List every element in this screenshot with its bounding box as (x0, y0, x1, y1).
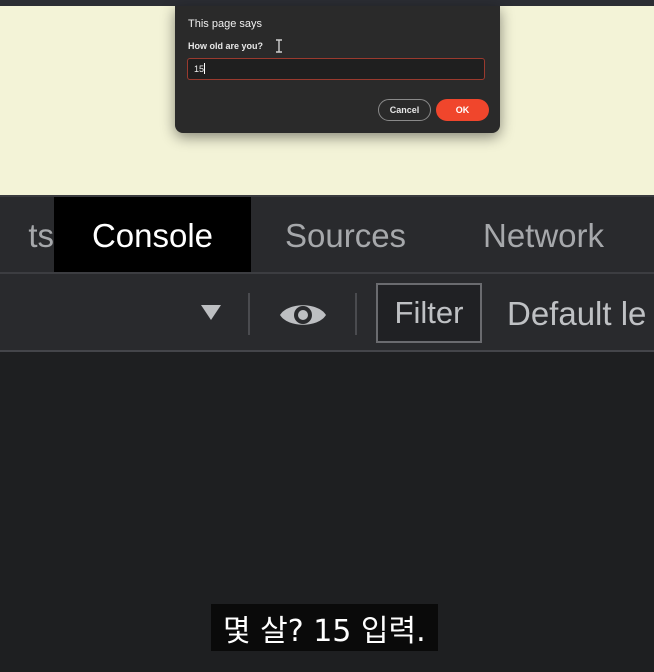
tab-elements[interactable]: ts (0, 197, 54, 274)
tab-network[interactable]: Network (483, 197, 604, 274)
text-caret (204, 63, 205, 74)
age-input[interactable] (187, 58, 485, 80)
dropdown-arrow-icon[interactable] (201, 305, 221, 320)
log-levels-dropdown[interactable]: Default le (507, 284, 646, 344)
cancel-button[interactable]: Cancel (378, 99, 431, 121)
video-subtitle: 몇 살? 15 입력. (211, 604, 438, 651)
tab-sources[interactable]: Sources (285, 197, 406, 274)
devtools-tab-bar: ts Console Sources Network (0, 195, 654, 274)
filter-input[interactable]: Filter (376, 283, 482, 343)
eye-icon[interactable] (278, 298, 328, 332)
toolbar-divider (248, 293, 250, 335)
text-cursor-icon (276, 39, 282, 53)
ok-button[interactable]: OK (436, 99, 489, 121)
dialog-message: How old are you? (188, 41, 264, 51)
dialog-title: This page says (188, 18, 262, 30)
prompt-dialog: This page says How old are you? Cancel O… (175, 6, 500, 133)
tab-console[interactable]: Console (54, 197, 251, 274)
toolbar-divider (355, 293, 357, 335)
